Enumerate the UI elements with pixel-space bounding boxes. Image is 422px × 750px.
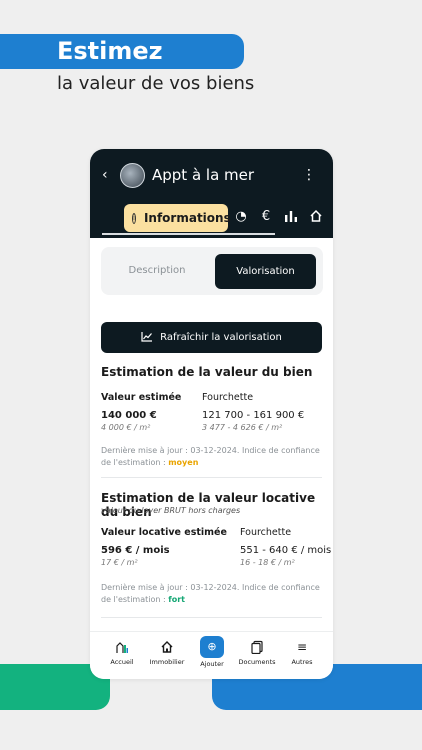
valuation-content: Description Valorisation Rafraîchir la v… — [90, 238, 333, 631]
rent-estimated-per-m2: 17 € / m² — [101, 558, 138, 567]
trend-line-icon — [141, 331, 153, 345]
nav-documents-label: Documents — [238, 658, 276, 666]
euro-icon[interactable]: € — [258, 209, 274, 225]
chevron-left-icon[interactable]: ‹ — [102, 167, 108, 183]
tab-scroll-indicator — [102, 233, 275, 235]
section-divider — [101, 617, 322, 618]
rent-confidence-badge: fort — [168, 594, 185, 604]
bottom-navigation: Accueil Immobilier ⊕ Ajouter Documents ≡… — [90, 631, 333, 679]
rent-range-per-m2: 16 - 18 € / m² — [240, 558, 295, 567]
rent-range-value: 551 - 640 € / mois — [240, 545, 332, 556]
nav-ajouter-label: Ajouter — [200, 660, 224, 668]
refresh-valuation-label: Rafraîchir la valorisation — [160, 332, 282, 343]
rent-update-text: Dernière mise à jour : 03-12-2024. Indic… — [101, 583, 320, 604]
property-title: Appt à la mer — [152, 166, 255, 184]
nav-accueil-label: Accueil — [110, 658, 134, 666]
tab-informations-label: Informations — [143, 211, 231, 225]
phone-screen: ‹ Appt à la mer ⋮ i Informations ◔ € Des… — [90, 149, 333, 679]
sale-estimate-title: Estimation de la valeur du bien — [101, 365, 313, 379]
promo-title: Estimez — [57, 37, 163, 65]
nav-immobilier-label: Immobilier — [149, 658, 185, 666]
nav-autres[interactable]: ≡ Autres — [279, 632, 325, 679]
sale-range-label: Fourchette — [202, 392, 254, 403]
property-avatar — [120, 163, 145, 188]
sale-range-value: 121 700 - 161 900 € — [202, 410, 305, 421]
nav-accueil[interactable]: Accueil — [99, 632, 145, 679]
nav-documents[interactable]: Documents — [234, 632, 280, 679]
sale-confidence-badge: moyen — [168, 457, 199, 467]
sale-update-note: Dernière mise à jour : 03-12-2024. Indic… — [101, 445, 323, 468]
more-vertical-icon[interactable]: ⋮ — [302, 167, 316, 183]
rent-update-note: Dernière mise à jour : 03-12-2024. Indic… — [101, 582, 323, 605]
promo-subtitle: la valeur de vos biens — [57, 73, 255, 94]
sale-estimated-value: 140 000 € — [101, 410, 157, 421]
segmented-control: Description Valorisation — [101, 247, 323, 295]
sale-range-per-m2: 3 477 - 4 626 € / m² — [202, 423, 283, 432]
sale-estimated-label: Valeur estimée — [101, 392, 182, 403]
segment-description[interactable]: Description — [101, 247, 213, 295]
rent-estimated-value: 596 € / mois — [101, 545, 170, 556]
pie-chart-icon[interactable]: ◔ — [233, 209, 249, 225]
info-icon: i — [132, 212, 136, 224]
app-header: ‹ Appt à la mer ⋮ i Informations ◔ € — [90, 149, 333, 238]
plus-circle-icon: ⊕ — [200, 636, 224, 658]
sale-update-text: Dernière mise à jour : 03-12-2024. Indic… — [101, 446, 320, 467]
home-icon[interactable] — [308, 209, 324, 225]
menu-icon: ≡ — [296, 640, 308, 654]
section-divider — [101, 477, 322, 478]
rent-estimated-label: Valeur locative estimée — [101, 527, 227, 538]
bar-chart-icon[interactable] — [283, 209, 299, 225]
rent-estimate-subtitle: valeur du loyer BRUT hors charges — [101, 506, 241, 515]
rent-range-label: Fourchette — [240, 527, 292, 538]
nav-ajouter[interactable]: ⊕ Ajouter — [189, 632, 235, 679]
tab-informations[interactable]: i Informations — [124, 204, 231, 232]
house-icon — [144, 640, 190, 654]
refresh-valuation-button[interactable]: Rafraîchir la valorisation — [101, 322, 322, 353]
segment-valorisation[interactable]: Valorisation — [215, 254, 316, 289]
home-city-icon — [99, 640, 145, 654]
nav-autres-label: Autres — [291, 658, 313, 666]
sale-estimated-per-m2: 4 000 € / m² — [101, 423, 151, 432]
nav-immobilier[interactable]: Immobilier — [144, 632, 190, 679]
documents-icon — [234, 640, 280, 655]
